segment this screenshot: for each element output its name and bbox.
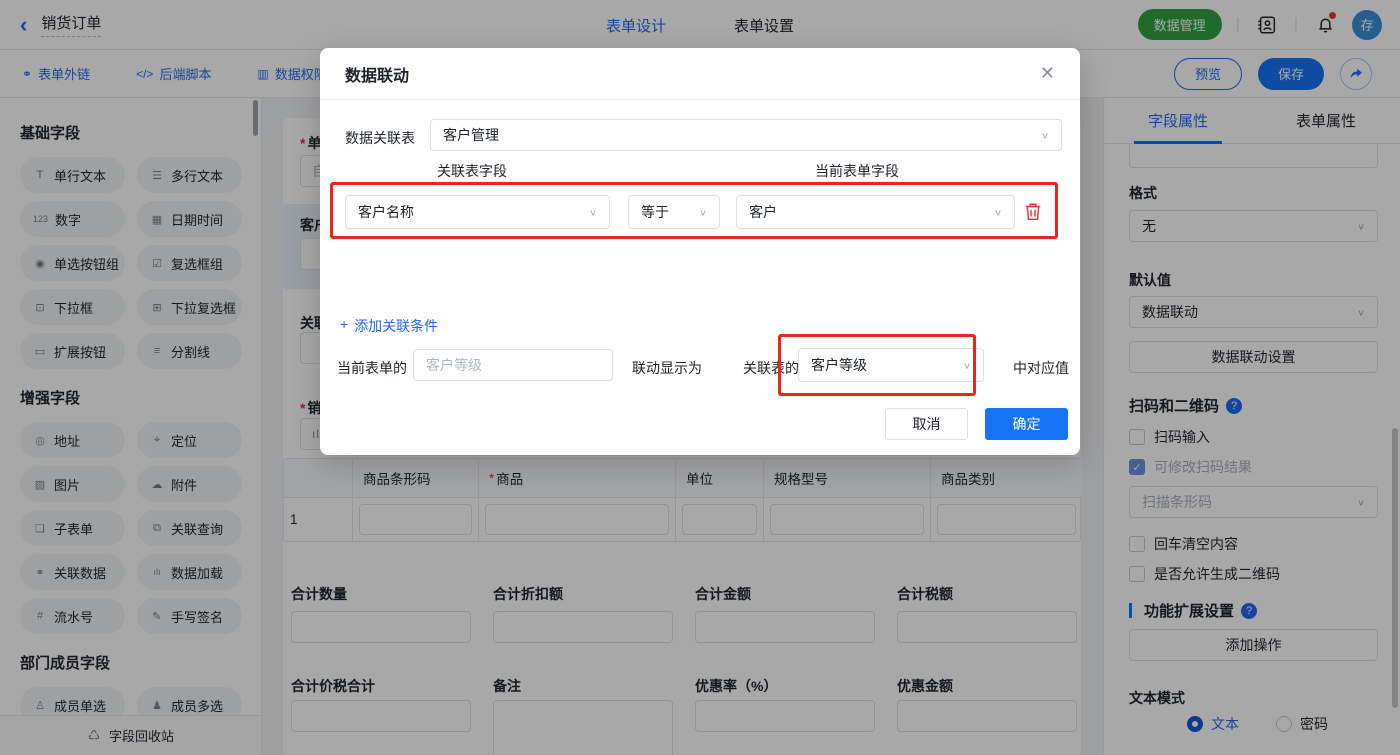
close-icon[interactable]: ✕ [1040,63,1055,84]
current-field-column-header: 当前表单字段 [815,161,899,181]
operator-value: 等于 [641,202,669,222]
display-as-label: 联动显示为 [632,358,702,378]
current-form-field-value: 客户 [749,202,777,222]
modal-title: 数据联动 [345,62,409,86]
plus-icon: + [340,316,348,336]
cancel-button[interactable]: 取消 [885,408,968,440]
related-field-column-header: 关联表字段 [437,161,507,181]
related-display-field-select[interactable]: 客户等级 ∨ [798,348,984,382]
delete-condition-icon[interactable] [1024,202,1042,224]
add-condition-link[interactable]: + 添加关联条件 [340,316,438,336]
related-field-select[interactable]: 客户名称 ∨ [345,195,610,229]
modal-header: 数据联动 ✕ [320,48,1080,100]
current-form-prefix: 当前表单的 [337,358,407,378]
current-field-input[interactable] [413,349,613,381]
chevron-down-icon: ∨ [963,360,971,370]
relation-table-label: 数据关联表 [345,128,415,148]
related-table-prefix: 关联表的 [743,358,799,378]
data-linkage-modal: 数据联动 ✕ 数据关联表 客户管理 ∨ 关联表字段 当前表单字段 客户名称 ∨ … [320,48,1080,455]
add-condition-label: 添加关联条件 [354,316,438,336]
related-display-field-value: 客户等级 [811,355,867,375]
relation-table-value: 客户管理 [443,125,499,145]
chevron-down-icon: ∨ [699,207,707,217]
chevron-down-icon: ∨ [589,207,597,217]
chevron-down-icon: ∨ [1041,130,1049,140]
related-field-value: 客户名称 [358,202,414,222]
confirm-button[interactable]: 确定 [985,408,1068,440]
corresponding-value-suffix: 中对应值 [1013,358,1069,378]
current-form-field-select[interactable]: 客户 ∨ [736,195,1015,229]
chevron-down-icon: ∨ [994,207,1002,217]
operator-select[interactable]: 等于 ∨ [628,195,720,229]
relation-table-select[interactable]: 客户管理 ∨ [430,119,1062,151]
